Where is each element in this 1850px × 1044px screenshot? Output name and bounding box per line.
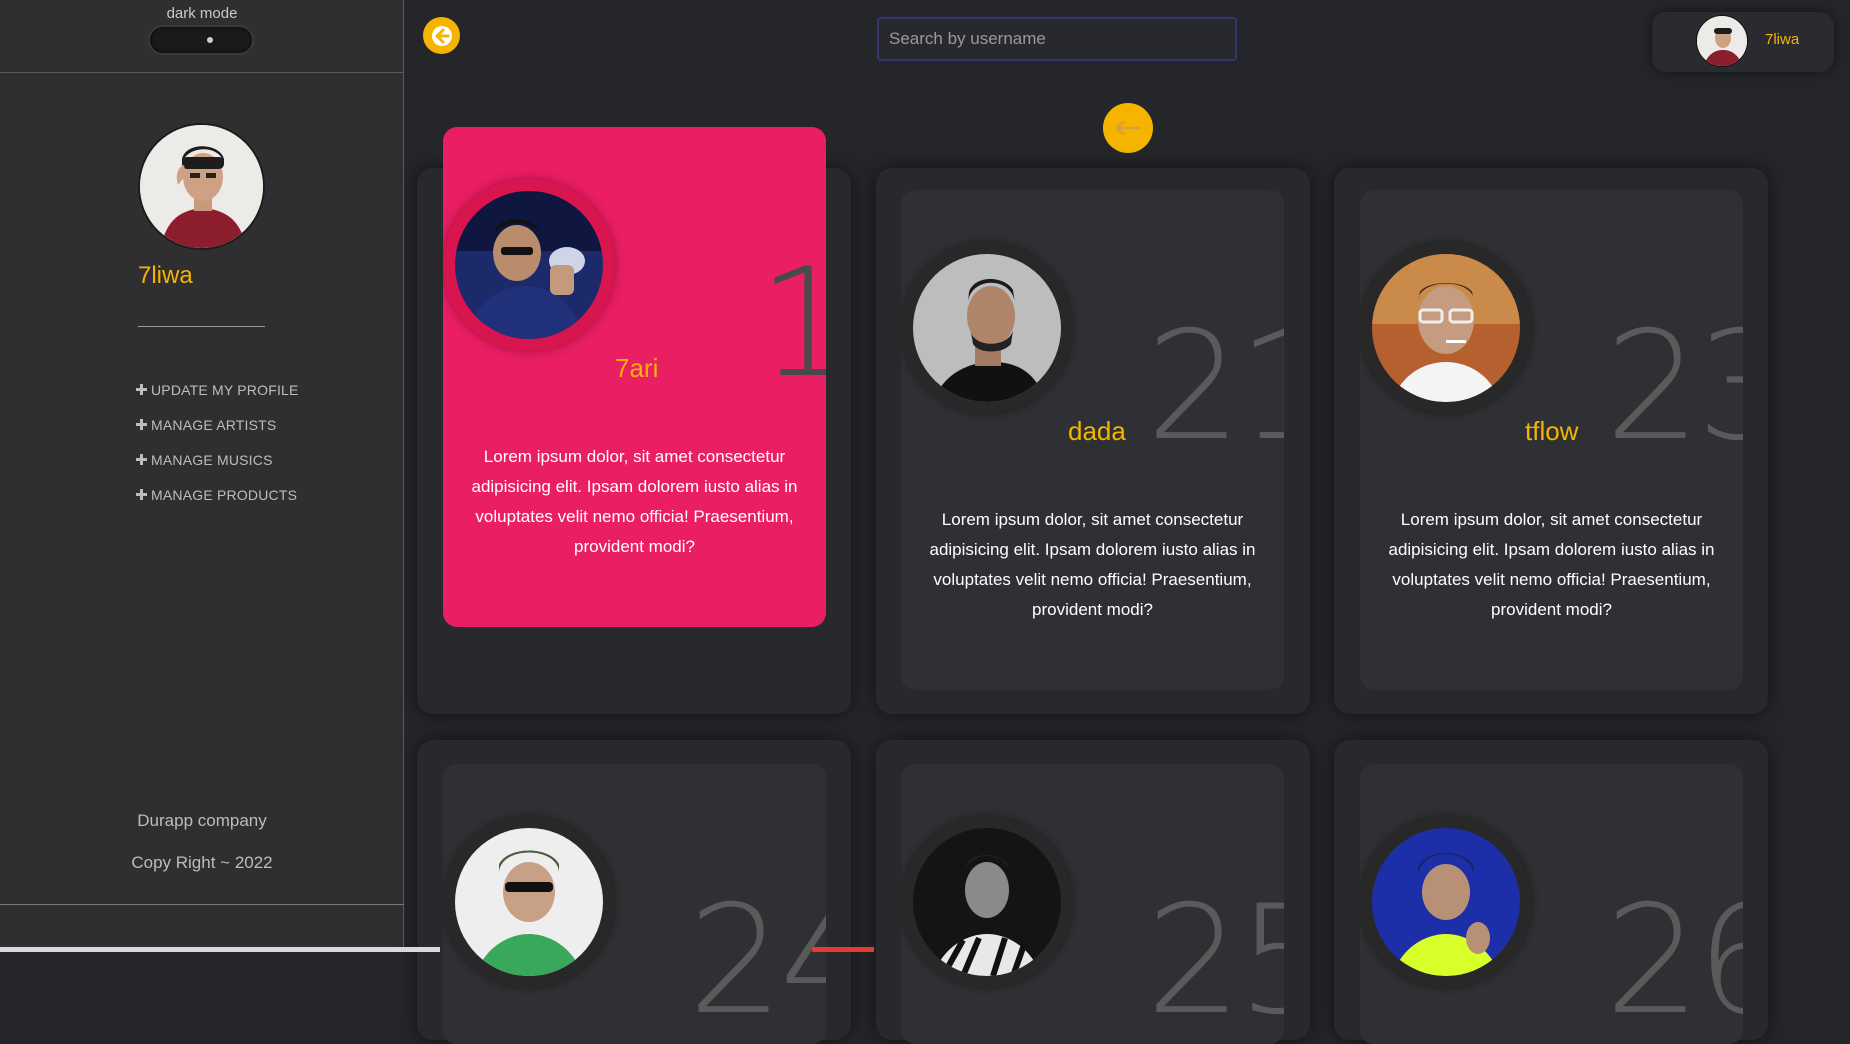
avatar-ring	[443, 179, 615, 351]
user-avatar	[1696, 15, 1748, 67]
menu-update-profile[interactable]: UPDATE MY PROFILE	[136, 372, 299, 407]
artist-name: dada	[1068, 416, 1126, 446]
artist-number: 26	[1605, 874, 1743, 1044]
artist-number: 24	[688, 874, 826, 1044]
user-name: 7liwa	[1765, 31, 1800, 48]
artist-avatar-image	[913, 254, 1061, 402]
avatar-ring	[1360, 816, 1532, 988]
artist-card[interactable]: 23 tflow Lorem ipsum dolor, sit amet con…	[1360, 190, 1743, 690]
plus-icon	[136, 454, 147, 465]
menu-manage-artists[interactable]: MANAGE ARTISTS	[136, 407, 299, 442]
artist-description: Lorem ipsum dolor, sit amet consectetur …	[929, 510, 1256, 619]
scroll-indicator	[812, 947, 874, 952]
sidebar: dark mode 7liwa UPDATE MY PROFILE MANAGE…	[0, 0, 404, 952]
profile-avatar	[138, 123, 265, 250]
user-avatar-image	[1697, 16, 1747, 66]
menu-label: MANAGE PRODUCTS	[151, 486, 298, 503]
artist-avatar-image	[1372, 828, 1520, 976]
artist-description: Lorem ipsum dolor, sit amet consectetur …	[1388, 510, 1715, 619]
plus-icon	[136, 419, 147, 430]
artist-name: 7ari	[615, 353, 659, 383]
avatar-ring	[443, 816, 615, 988]
toggle-knob	[199, 29, 221, 51]
artist-card[interactable]: 21 dada Lorem ipsum dolor, sit amet cons…	[901, 190, 1284, 690]
back-button[interactable]	[423, 17, 460, 54]
artist-avatar-image	[1372, 254, 1520, 402]
artist-number: 23	[1605, 300, 1743, 474]
plus-icon	[136, 384, 147, 395]
search-input[interactable]	[877, 17, 1237, 61]
menu-manage-musics[interactable]: MANAGE MUSICS	[136, 442, 299, 477]
artist-card[interactable]: 26	[1360, 764, 1743, 1044]
artist-avatar	[1372, 254, 1520, 402]
artist-avatar	[913, 254, 1061, 402]
avatar-ring	[1360, 242, 1532, 414]
artist-number: 1	[758, 237, 826, 411]
artist-avatar-image	[913, 828, 1061, 976]
arrow-left-icon	[1115, 121, 1141, 135]
artist-avatar	[1372, 828, 1520, 976]
dark-mode-section: dark mode	[0, 0, 404, 73]
dark-mode-label: dark mode	[166, 5, 238, 22]
dark-mode-toggle[interactable]	[150, 27, 252, 53]
company-name: Durapp company	[137, 811, 267, 830]
artist-card[interactable]: 24	[443, 764, 826, 1044]
artist-avatar	[455, 191, 603, 339]
artist-description: Lorem ipsum dolor, sit amet consectetur …	[471, 447, 798, 556]
artist-avatar	[455, 828, 603, 976]
avatar-ring	[901, 242, 1073, 414]
avatar-ring	[901, 816, 1073, 988]
plus-icon	[136, 489, 147, 500]
menu-label: MANAGE ARTISTS	[151, 416, 277, 433]
menu-label: MANAGE MUSICS	[151, 451, 273, 468]
arrow-left-icon	[431, 25, 452, 46]
menu-manage-products[interactable]: MANAGE PRODUCTS	[136, 477, 299, 512]
profile-name: 7liwa	[138, 262, 193, 289]
profile-divider	[138, 326, 265, 327]
copyright: Copy Right ~ 2022	[131, 853, 273, 872]
artist-number: 21	[1146, 300, 1284, 474]
artist-name: tflow	[1525, 416, 1579, 446]
artist-avatar-image	[455, 828, 603, 976]
previous-button[interactable]	[1103, 103, 1153, 153]
profile-avatar-image	[140, 125, 263, 248]
artist-avatar	[913, 828, 1061, 976]
artist-card[interactable]: 1 7ari Lorem ipsum dolor, sit amet conse…	[443, 127, 826, 627]
artist-card[interactable]: 25	[901, 764, 1284, 1044]
artist-number: 25	[1146, 874, 1284, 1044]
sidebar-bottom-divider	[0, 904, 404, 905]
user-chip[interactable]: 7liwa	[1652, 12, 1834, 72]
horizontal-scrollbar[interactable]	[0, 947, 440, 952]
artist-avatar-image	[455, 191, 603, 339]
sidebar-menu: UPDATE MY PROFILE MANAGE ARTISTS MANAGE …	[136, 372, 299, 512]
menu-label: UPDATE MY PROFILE	[151, 381, 299, 398]
